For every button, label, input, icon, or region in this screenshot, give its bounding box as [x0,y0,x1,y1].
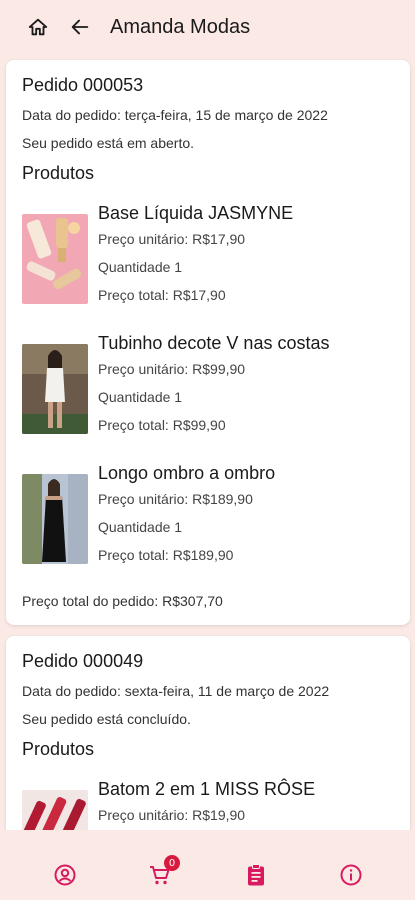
cart-count-badge: 0 [164,855,180,871]
product-total: Preço total: R$99,90 [98,417,226,433]
product-name: Tubinho decote V nas costas [98,333,330,353]
product-item[interactable]: Longo ombro a ombro Preço unitário: R$18… [22,462,394,570]
order-date: Data do pedido: terça-feira, 15 de março… [22,107,328,123]
product-quantity: Quantidade 1 [98,259,183,275]
product-name: Batom 2 em 1 MISS RÔSE [98,779,316,799]
order-number: Pedido 000053 [22,75,144,95]
order-number: Pedido 000049 [22,651,144,671]
product-unit-price: Preço unitário: R$19,90 [98,807,246,823]
order-date: Data do pedido: sexta-feira, 11 de março… [22,683,330,699]
order-card: Pedido 000053 Data do pedido: terça-feir… [6,60,410,625]
info-icon[interactable] [339,863,363,887]
orders-list[interactable]: Pedido 000053 Data do pedido: terça-feir… [0,54,415,830]
account-circle-icon[interactable] [53,863,77,887]
product-total: Preço total: R$17,90 [98,287,226,303]
bottom-navigation: 0 [0,830,415,900]
product-total: Preço total: R$189,90 [98,547,234,563]
page-title: Amanda Modas [110,15,251,38]
product-item[interactable]: Base Líquida JASMYNE Preço unitário: R$1… [22,202,394,310]
order-card: Pedido 000049 Data do pedido: sexta-feir… [6,636,410,830]
product-image [22,214,88,304]
product-name: Base Líquida JASMYNE [98,203,294,223]
product-name: Longo ombro a ombro [98,463,276,483]
order-total: Preço total do pedido: R$307,70 [22,593,223,609]
cart-icon[interactable]: 0 [148,855,180,887]
product-unit-price: Preço unitário: R$189,90 [98,491,253,507]
product-unit-price: Preço unitário: R$99,90 [98,361,246,377]
product-image [22,344,88,434]
app-bar: Amanda Modas [0,0,415,54]
product-item[interactable]: Batom 2 em 1 MISS RÔSE Preço unitário: R… [22,778,394,830]
home-icon[interactable] [26,15,50,39]
order-status: Seu pedido está concluído. [22,711,191,727]
product-item[interactable]: Tubinho decote V nas costas Preço unitár… [22,332,394,440]
product-unit-price: Preço unitário: R$17,90 [98,231,246,247]
products-heading: Produtos [22,163,95,183]
product-quantity: Quantidade 1 [98,389,183,405]
clipboard-icon[interactable] [244,863,268,887]
back-arrow-icon[interactable] [68,15,92,39]
product-image [22,790,88,830]
products-heading: Produtos [22,739,95,759]
order-status: Seu pedido está em aberto. [22,135,195,151]
product-image [22,474,88,564]
product-quantity: Quantidade 1 [98,519,183,535]
